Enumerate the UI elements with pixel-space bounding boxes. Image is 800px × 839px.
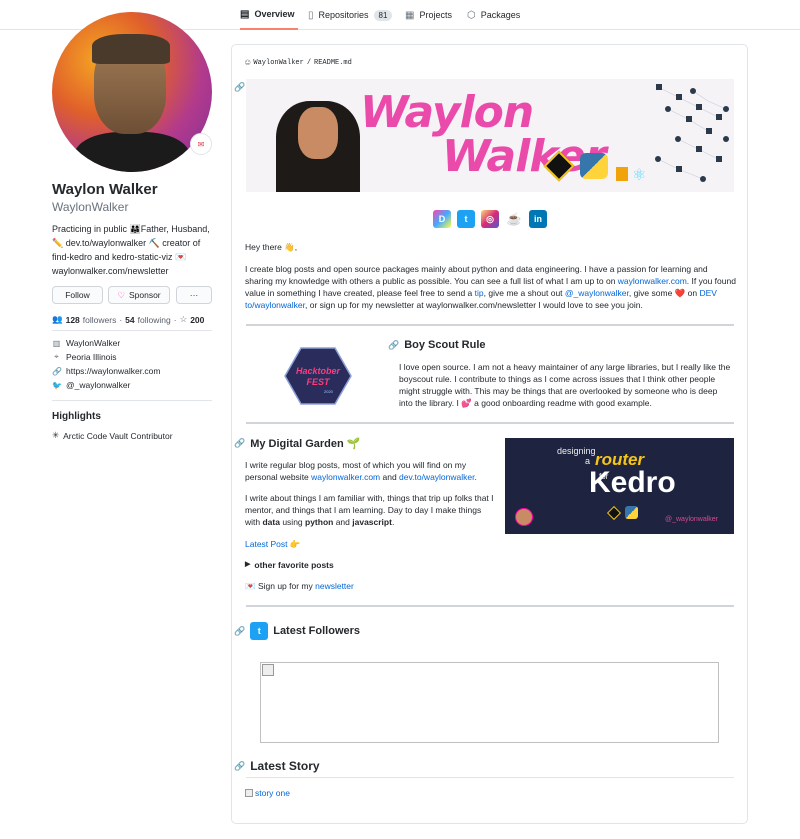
python-logo-icon xyxy=(625,506,638,519)
profile-company: ▥ WaylonWalker xyxy=(52,338,121,348)
boy-scout-heading: 🔗 Boy Scout Rule xyxy=(388,339,486,351)
profile-bio: Practicing in public 👨‍👩‍👧Father, Husban… xyxy=(52,224,210,276)
followers-broken-image xyxy=(260,662,719,743)
divider xyxy=(52,400,212,401)
story-image-link[interactable]: story one xyxy=(245,787,290,799)
tab-packages[interactable]: ⬡ Packages xyxy=(467,0,520,30)
social-links: D t ◎ ☕ in xyxy=(433,210,547,228)
hacktober-line-2: FEST xyxy=(306,377,331,387)
hacktober-line-1: Hacktober xyxy=(296,366,341,376)
repo-icon: ▯ xyxy=(308,9,314,21)
package-icon: ⬡ xyxy=(467,9,476,21)
highlight-arctic-vault[interactable]: ✳ Arctic Code Vault Contributor xyxy=(52,430,173,441)
tab-overview[interactable]: ▤ Overview xyxy=(240,0,298,30)
profile-twitter[interactable]: 🐦 @_waylonwalker xyxy=(52,380,130,390)
follow-button[interactable]: Follow xyxy=(52,286,103,304)
garden-paragraph-1: I write regular blog posts, most of whic… xyxy=(245,460,477,482)
sponsor-button[interactable]: ♡ Sponsor xyxy=(108,286,170,304)
buy-me-a-coffee-icon[interactable]: ☕ xyxy=(505,210,523,228)
follow-stats: 👥 128 followers · 54 following · ☆ 200 xyxy=(52,314,205,325)
garden-paragraph-2: I write about things I am familiar with,… xyxy=(245,493,494,527)
kedro-article-card-image[interactable]: designing a router for Kedro @_waylonwal… xyxy=(505,438,734,534)
boy-scout-paragraph: I love open source. I am not a heavy mai… xyxy=(399,362,731,408)
latest-followers-heading: 🔗 t Latest Followers xyxy=(234,622,360,640)
avatar xyxy=(515,508,533,526)
anchor-link-icon[interactable]: 🔗 xyxy=(234,626,245,637)
linkedin-icon[interactable]: in xyxy=(529,210,547,228)
divider xyxy=(52,330,212,331)
greeting: Hey there 👋, xyxy=(245,242,298,252)
people-icon: 👥 xyxy=(52,314,63,324)
other-posts-details[interactable]: ▶ other favorite posts xyxy=(245,559,334,571)
link-icon: 🔗 xyxy=(52,366,62,376)
followers-count[interactable]: 128 xyxy=(66,315,80,325)
digital-garden-heading: 🔗 My Digital Garden 🌱 xyxy=(234,438,361,450)
smiley-icon: ☺ xyxy=(245,58,251,68)
latest-post-link[interactable]: Latest Post 👉 xyxy=(245,538,300,550)
divider xyxy=(246,777,734,778)
highlights-title: Highlights xyxy=(52,411,101,422)
twitter-icon[interactable]: t xyxy=(457,210,475,228)
repositories-count: 81 xyxy=(373,9,393,21)
instagram-icon[interactable]: ◎ xyxy=(481,210,499,228)
intro-paragraph: I create blog posts and open source pack… xyxy=(245,264,736,310)
tab-repositories[interactable]: ▯ Repositories 81 xyxy=(308,0,393,30)
kedro-logo-icon xyxy=(606,505,622,521)
star-icon: ☆ xyxy=(179,314,188,324)
profile-website[interactable]: 🔗 https://waylonwalker.com xyxy=(52,366,160,376)
anchor-link-icon[interactable]: 🔗 xyxy=(234,438,245,449)
profile-readme: ☺ WaylonWalker / README.md 🔗 Waylon Walk… xyxy=(231,44,748,824)
book-icon: ▤ xyxy=(240,8,250,20)
followers-link[interactable]: followers xyxy=(83,315,117,325)
organization-icon: ▥ xyxy=(52,338,61,348)
tab-projects[interactable]: ▦ Projects xyxy=(405,0,452,30)
avatar[interactable] xyxy=(52,12,212,172)
latest-story-heading: 🔗 Latest Story xyxy=(234,759,320,773)
snowflake-icon: ✳ xyxy=(52,430,60,440)
anchor-link-icon[interactable]: 🔗 xyxy=(388,340,399,351)
twitter-icon: 🐦 xyxy=(52,380,62,390)
divider xyxy=(246,422,734,424)
more-actions-button[interactable]: ··· xyxy=(176,286,212,304)
stars-count[interactable]: 200 xyxy=(190,315,204,325)
following-count[interactable]: 54 xyxy=(125,315,134,325)
triangle-right-icon: ▶ xyxy=(245,561,251,568)
profile-location: ⌖ Peoria Illinois xyxy=(52,352,116,362)
project-icon: ▦ xyxy=(405,9,415,21)
readme-breadcrumb: ☺ WaylonWalker / README.md xyxy=(245,58,352,68)
location-icon: ⌖ xyxy=(54,352,59,361)
dev-to-icon[interactable]: D xyxy=(433,210,451,228)
divider xyxy=(246,605,734,607)
js-logo-icon xyxy=(616,167,628,181)
status-emoji-icon[interactable]: ✉ xyxy=(190,133,212,155)
anchor-link-icon[interactable]: 🔗 xyxy=(234,82,245,93)
anchor-link-icon[interactable]: 🔗 xyxy=(234,761,245,772)
hacktober-line-3: 2020 xyxy=(324,389,334,394)
twitter-icon: t xyxy=(250,622,269,640)
readme-banner-image: Waylon Walker ⚛ xyxy=(246,79,734,192)
heart-icon: ♡ xyxy=(117,289,125,300)
react-logo-icon: ⚛ xyxy=(632,167,647,184)
python-logo-icon xyxy=(580,153,608,179)
divider xyxy=(246,324,734,326)
newsletter-line: 💌 Sign up for my newsletter xyxy=(245,581,354,591)
following-link[interactable]: following xyxy=(138,315,171,325)
hacktoberfest-badge-image: Hacktober FEST 2020 xyxy=(284,347,352,405)
profile-login: WaylonWalker xyxy=(52,200,129,214)
profile-name: Waylon Walker xyxy=(52,181,158,198)
dag-graph-icon xyxy=(655,84,729,182)
broken-image-icon xyxy=(245,789,253,797)
